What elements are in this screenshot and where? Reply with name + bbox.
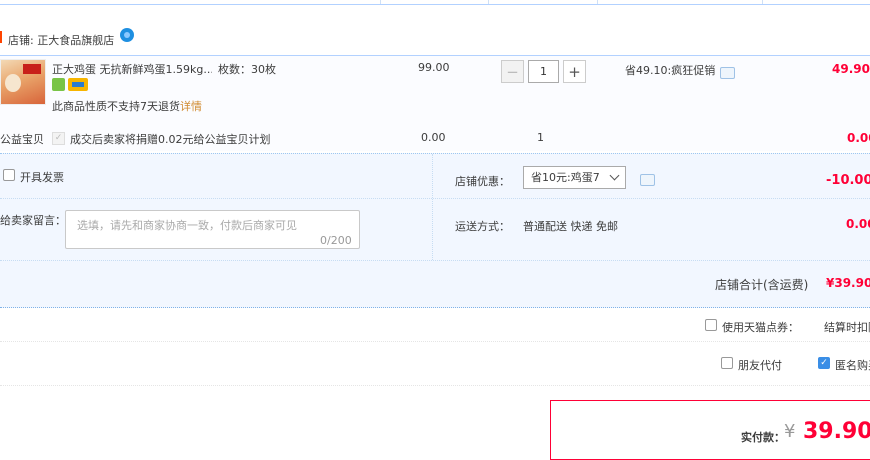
pay-label: 实付款： xyxy=(741,431,785,444)
anonymous-checkbox[interactable]: ✓ xyxy=(818,357,830,369)
column-divider xyxy=(597,0,598,4)
shipping-price: 0.00 xyxy=(846,217,870,231)
shop-total-label: 店铺合计(含运费) xyxy=(715,278,809,292)
item-subtotal: 49.90 xyxy=(832,62,870,76)
chevron-down-icon xyxy=(609,170,620,181)
row-divider xyxy=(0,341,870,342)
message-placeholder: 选填，请先和商家协商一致，付款后商家可见 xyxy=(77,219,297,232)
settle-deduct-text: 结算时扣除 xyxy=(824,321,870,334)
panel-divider xyxy=(0,198,870,199)
friend-pay-checkbox[interactable] xyxy=(721,357,733,369)
tmall-points-label[interactable]: 使用天猫点券： xyxy=(722,319,799,335)
charity-subtotal: 0.00 xyxy=(847,131,870,145)
shop-coupon-label: 店铺优惠： xyxy=(455,175,510,188)
chat-bubble-icon[interactable] xyxy=(120,28,134,42)
detail-link[interactable]: 详情 xyxy=(180,98,202,114)
anonymous-label[interactable]: 匿名购买 xyxy=(835,357,870,373)
charity-label: 公益宝贝 xyxy=(0,133,44,146)
charity-quantity: 1 xyxy=(537,131,544,144)
card-badge-icon[interactable] xyxy=(68,78,88,91)
shop-coupon-select[interactable]: 省10元:鸡蛋7 xyxy=(523,166,626,189)
charity-checkbox: ✓ xyxy=(52,132,65,145)
friend-pay-label[interactable]: 朋友代付 xyxy=(738,357,782,373)
product-thumbnail[interactable] xyxy=(0,59,46,105)
top-border xyxy=(0,0,870,5)
panel-divider xyxy=(0,260,870,261)
column-divider xyxy=(762,0,763,4)
product-title[interactable]: 正大鸡蛋 无抗新鲜鸡蛋1.59kg... xyxy=(52,61,212,77)
shipping-method: 普通配送 快递 免邮 xyxy=(523,220,618,233)
shop-total-value: ¥39.90 xyxy=(826,276,870,290)
message-counter: 0/200 xyxy=(320,234,352,247)
coupon-info-icon[interactable] xyxy=(640,174,655,186)
column-divider xyxy=(380,0,381,4)
return-policy-notice: 此商品性质不支持7天退货 xyxy=(52,100,180,113)
shipping-label: 运送方式： xyxy=(455,220,510,233)
charity-price: 0.00 xyxy=(421,131,446,144)
product-spec: 枚数：30枚 xyxy=(218,63,276,76)
charity-text: 成交后卖家将捐赠0.02元给公益宝贝计划 xyxy=(70,133,271,146)
pay-currency: ¥ xyxy=(784,421,796,442)
quantity-input[interactable]: 1 xyxy=(528,60,559,83)
shop-name[interactable]: 店铺: 正大食品旗舰店 xyxy=(8,32,114,48)
shop-coupon-value: -10.00 xyxy=(826,173,870,188)
unit-price: 99.00 xyxy=(418,61,450,74)
tmall-points-checkbox[interactable] xyxy=(705,319,717,331)
qty-decrease-button[interactable]: − xyxy=(501,60,524,83)
pay-amount: 39.90 xyxy=(803,419,870,444)
column-divider xyxy=(488,0,489,4)
row-divider xyxy=(0,385,870,386)
invoice-checkbox[interactable] xyxy=(3,169,15,181)
qty-increase-button[interactable]: + xyxy=(563,60,586,83)
shop-coupon-selected: 省10元:鸡蛋7 xyxy=(531,171,600,184)
shop-marker xyxy=(0,31,2,43)
invoice-label[interactable]: 开具发票 xyxy=(20,169,64,185)
promo-info-icon[interactable] xyxy=(720,67,735,79)
message-label: 给卖家留言： xyxy=(0,214,66,227)
service-badge-icon[interactable] xyxy=(52,78,65,91)
promo-text: 省49.10:疯狂促销 xyxy=(625,64,716,77)
panel-divider xyxy=(432,154,433,260)
